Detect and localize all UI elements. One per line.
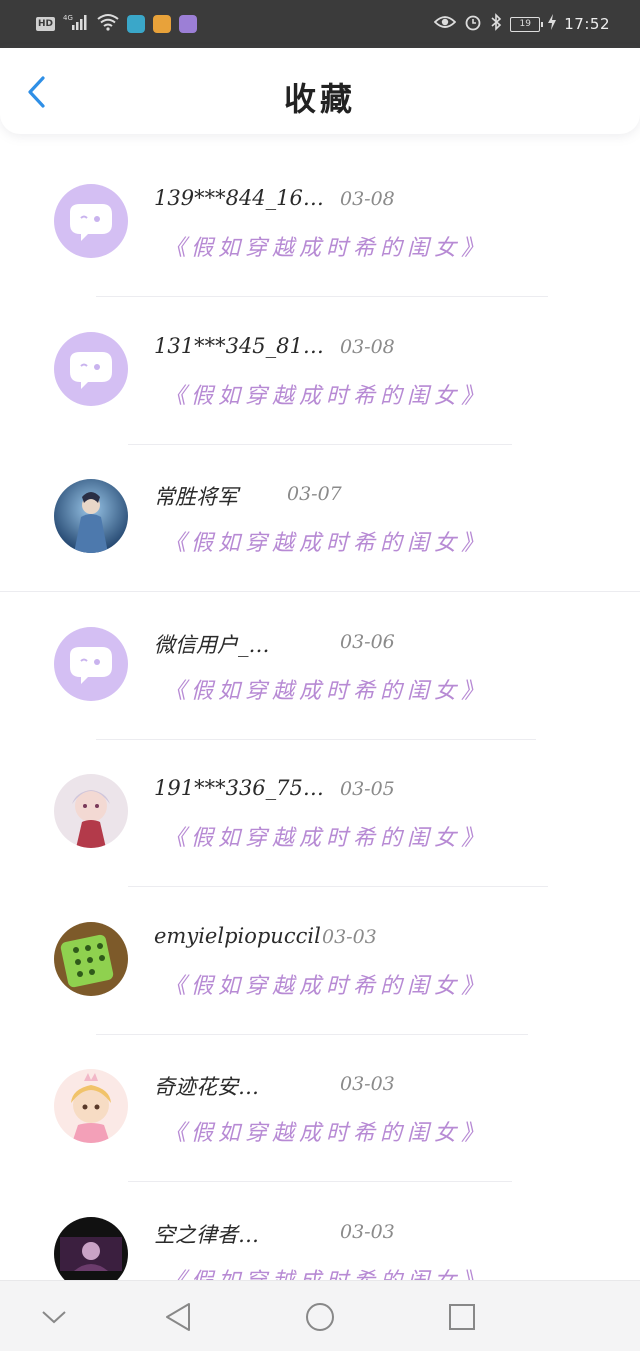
- book-title-link[interactable]: 《假如穿越成时希的闺女》: [164, 968, 488, 1000]
- status-bar: HD 4G 19 17:52: [0, 0, 640, 48]
- avatar-anime-girl-photo: [54, 774, 128, 848]
- hide-nav-button[interactable]: [32, 1295, 76, 1339]
- user-name: 131***345_81…: [154, 333, 324, 358]
- avatar[interactable]: [54, 1216, 128, 1280]
- favorite-item[interactable]: 常胜将军 03-07 《假如穿越成时希的闺女》: [0, 445, 640, 592]
- shield-app-icon: [127, 15, 146, 33]
- avatar[interactable]: [54, 1069, 128, 1143]
- book-title-link[interactable]: 《假如穿越成时希的闺女》: [164, 820, 488, 852]
- favorite-item[interactable]: 139***844_16… 03-08 《假如穿越成时希的闺女》: [0, 150, 640, 297]
- avatar-green-dice-photo: [54, 921, 128, 996]
- avatar[interactable]: [54, 921, 128, 996]
- avatar-dark-anime-photo: [54, 1216, 128, 1280]
- favorite-date: 03-05: [340, 778, 395, 800]
- user-name: 常胜将军: [154, 485, 238, 509]
- square-recents-icon: [449, 1304, 475, 1330]
- battery-icon: 19: [510, 16, 544, 32]
- avatar-default-chat-icon: [54, 184, 128, 258]
- avatar-warrior-photo: [54, 479, 128, 553]
- recents-nav-button[interactable]: [440, 1295, 484, 1339]
- page-title: 收藏: [283, 80, 356, 118]
- favorite-date: 03-07: [287, 483, 342, 505]
- book-title-link[interactable]: 《假如穿越成时希的闺女》: [164, 378, 488, 410]
- favorite-item[interactable]: 空之律者… 03-03 《假如穿越成时希的闺女》: [0, 1183, 640, 1281]
- user-name: 空之律者…: [154, 1222, 259, 1247]
- music-app-icon: [179, 15, 198, 33]
- book-title-link[interactable]: 《假如穿越成时希的闺女》: [164, 1263, 488, 1281]
- clock: 17:52: [564, 15, 610, 33]
- book-title-link[interactable]: 《假如穿越成时希的闺女》: [164, 673, 488, 705]
- avatar[interactable]: [54, 479, 128, 553]
- favorite-date: 03-06: [340, 630, 395, 653]
- user-name: emyielpiopuccil: [154, 923, 321, 948]
- favorite-date: 03-08: [340, 188, 395, 210]
- avatar-chibi-princess-photo: [54, 1069, 128, 1143]
- chevron-down-icon: [42, 1311, 66, 1324]
- back-nav-button[interactable]: [156, 1295, 200, 1339]
- user-name: 微信用户_…: [154, 632, 270, 657]
- hd-badge: HD: [36, 17, 56, 31]
- favorite-item[interactable]: 191***336_75… 03-05 《假如穿越成时希的闺女》: [0, 740, 640, 887]
- circle-home-icon: [306, 1303, 334, 1331]
- charging-icon: [548, 14, 557, 34]
- user-name: 191***336_75…: [154, 776, 324, 800]
- video-app-icon: [153, 15, 172, 33]
- status-right: 19 17:52: [433, 12, 610, 36]
- user-name: 139***844_16…: [154, 186, 324, 210]
- favorite-item[interactable]: 131***345_81… 03-08 《假如穿越成时希的闺女》: [0, 298, 640, 445]
- user-name: 奇迹花安…: [154, 1075, 259, 1099]
- alarm-icon: [464, 13, 482, 35]
- avatar[interactable]: [54, 331, 128, 406]
- system-nav-bar: [0, 1280, 640, 1351]
- avatar[interactable]: [54, 626, 128, 701]
- status-left: HD 4G: [36, 12, 198, 36]
- book-title-link[interactable]: 《假如穿越成时希的闺女》: [164, 230, 488, 262]
- book-title-link[interactable]: 《假如穿越成时希的闺女》: [164, 525, 488, 557]
- favorites-list: 139***844_16… 03-08 《假如穿越成时希的闺女》 131***345_…: [0, 150, 640, 1280]
- favorite-item[interactable]: emyielpiopuccil 03-03 《假如穿越成时希的闺女》: [0, 888, 640, 1035]
- avatar[interactable]: [54, 184, 128, 258]
- favorite-date: 03-03: [340, 1220, 395, 1243]
- favorite-date: 03-03: [322, 925, 377, 948]
- home-nav-button[interactable]: [298, 1295, 342, 1339]
- favorite-item[interactable]: 奇迹花安… 03-03 《假如穿越成时希的闺女》: [0, 1035, 640, 1182]
- bluetooth-icon: [490, 13, 502, 35]
- svg-text:4G: 4G: [63, 14, 73, 22]
- book-title-link[interactable]: 《假如穿越成时希的闺女》: [164, 1115, 488, 1147]
- favorite-item[interactable]: 微信用户_… 03-06 《假如穿越成时希的闺女》: [0, 593, 640, 740]
- signal-icon: 4G: [63, 13, 89, 35]
- page-header: 收藏: [0, 48, 640, 134]
- eye-icon: [433, 14, 457, 34]
- avatar-default-chat-icon: [54, 626, 128, 701]
- avatar[interactable]: [54, 774, 128, 848]
- wifi-icon: [97, 13, 119, 35]
- triangle-back-icon: [166, 1303, 190, 1331]
- favorite-date: 03-08: [340, 335, 395, 358]
- favorite-date: 03-03: [340, 1073, 395, 1095]
- avatar-default-chat-icon: [54, 331, 128, 406]
